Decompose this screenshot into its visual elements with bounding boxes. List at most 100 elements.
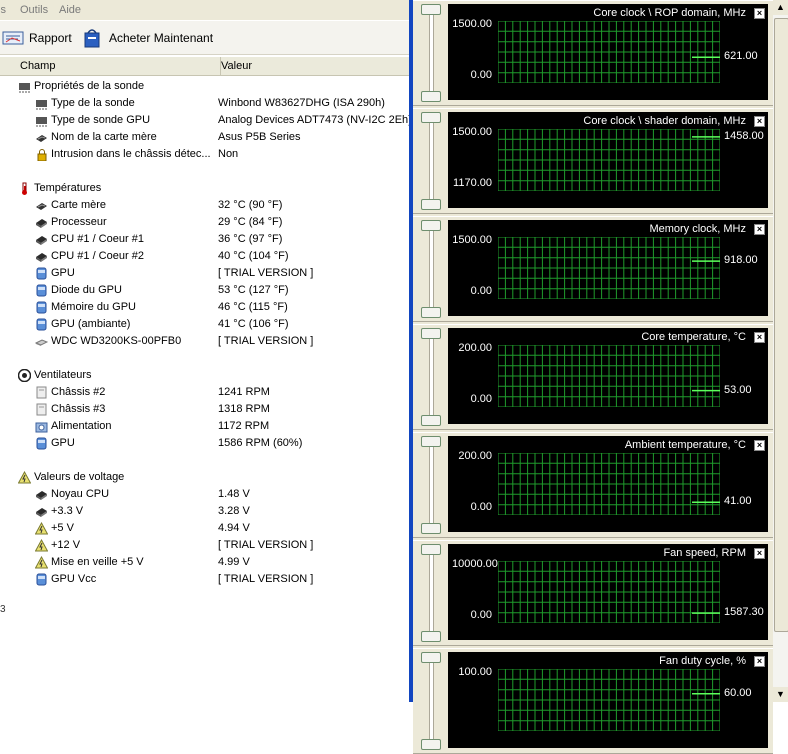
graph-range-slider[interactable]	[419, 111, 443, 211]
tree-row[interactable]: GPU (ambiante) 41 °C (106 °F)	[0, 316, 409, 333]
tree-field-label: Diode du GPU	[51, 284, 122, 296]
graph-range-slider[interactable]	[419, 327, 443, 427]
slider-thumb-top[interactable]	[421, 436, 441, 447]
tree-row[interactable]: Processeur 29 °C (84 °F)	[0, 214, 409, 231]
tree-value: 32 °C (90 °F)	[218, 199, 283, 211]
slider-thumb-bottom[interactable]	[421, 91, 441, 102]
buy-now-button[interactable]: Acheter Maintenant	[82, 26, 213, 50]
chip-icon	[36, 117, 47, 127]
tree-row[interactable]: +3.3 V 3.28 V	[0, 503, 409, 520]
tree-row[interactable]: +5 V 4.94 V	[0, 520, 409, 537]
graph-panel-item: Core clock \ shader domain, MHz × 1500.00 1…	[413, 108, 773, 214]
tree-field-label: Alimentation	[51, 420, 112, 432]
report-button[interactable]: Rapport	[2, 26, 72, 50]
close-icon[interactable]: ×	[754, 332, 765, 343]
slider-thumb-bottom[interactable]	[421, 199, 441, 210]
sensor-window: is Outils Aide Rapport Acheter Maintenan…	[0, 0, 409, 702]
tree-field-label: Châssis #2	[51, 386, 106, 398]
graph-ymin-label: 0.00	[470, 501, 492, 513]
close-icon[interactable]: ×	[754, 656, 765, 667]
tree-row[interactable]: Noyau CPU 1.48 V	[0, 486, 409, 503]
slider-thumb-top[interactable]	[421, 544, 441, 555]
menu-item-help[interactable]: Aide	[59, 4, 81, 16]
graph-scrollbar[interactable]: ▲ ▼	[773, 0, 788, 702]
tree-value: 1172 RPM	[218, 420, 270, 432]
tree-row[interactable]: GPU 1586 RPM (60%)	[0, 435, 409, 452]
slider-track	[429, 225, 434, 315]
tree-row[interactable]: +12 V [ TRIAL VERSION ]	[0, 537, 409, 554]
graph-range-slider[interactable]	[419, 3, 443, 103]
close-icon[interactable]: ×	[754, 116, 765, 127]
tree-value: 1241 RPM	[218, 386, 270, 398]
close-icon[interactable]: ×	[754, 8, 765, 19]
column-field-header[interactable]: Champ	[12, 57, 221, 75]
slider-thumb-bottom[interactable]	[421, 307, 441, 318]
menu-item-edit[interactable]: is	[0, 4, 6, 16]
tree-value: 1.48 V	[218, 488, 250, 500]
tree-group[interactable]: Ventilateurs	[0, 367, 409, 384]
tree-row[interactable]: CPU #1 / Coeur #2 40 °C (104 °F)	[0, 248, 409, 265]
scroll-down-icon[interactable]: ▼	[773, 687, 788, 702]
slider-thumb-top[interactable]	[421, 328, 441, 339]
tree-value: [ TRIAL VERSION ]	[218, 335, 314, 347]
tree-row[interactable]: CPU #1 / Coeur #1 36 °C (97 °F)	[0, 231, 409, 248]
motherboard-icon	[36, 135, 47, 142]
chassis-icon	[36, 386, 47, 399]
tree-row[interactable]: Mémoire du GPU 46 °C (115 °F)	[0, 299, 409, 316]
graph-ymax-label: 100.00	[458, 666, 492, 678]
tree-row[interactable]: Type de sonde GPU Analog Devices ADT7473 …	[0, 112, 409, 129]
harddisk-icon	[35, 339, 48, 346]
slider-thumb-top[interactable]	[421, 652, 441, 663]
graph-range-slider[interactable]	[419, 651, 443, 751]
slider-thumb-bottom[interactable]	[421, 523, 441, 534]
chip-icon	[19, 83, 30, 93]
tree-row[interactable]: Type de la sonde Winbond W83627DHG (ISA 2…	[0, 95, 409, 112]
graph-title: Fan duty cycle, %	[659, 655, 746, 667]
tree-group[interactable]: Propriétés de la sonde	[0, 78, 409, 95]
tree-row[interactable]: Nom de la carte mère Asus P5B Series	[0, 129, 409, 146]
tree-field-label: Type de la sonde	[51, 97, 135, 109]
slider-track	[429, 117, 434, 207]
tree-row[interactable]: Châssis #2 1241 RPM	[0, 384, 409, 401]
graph-ymax-label: 1500.00	[452, 18, 492, 30]
scroll-thumb[interactable]	[774, 18, 788, 632]
close-icon[interactable]: ×	[754, 548, 765, 559]
tree-field-label: Ventilateurs	[34, 369, 92, 381]
slider-thumb-top[interactable]	[421, 4, 441, 15]
tree-row[interactable]: Carte mère 32 °C (90 °F)	[0, 197, 409, 214]
close-icon[interactable]: ×	[754, 440, 765, 451]
tree-row[interactable]: WDC WD3200KS-00PFB0 [ TRIAL VERSION ]	[0, 333, 409, 350]
tree-row[interactable]: Alimentation 1172 RPM	[0, 418, 409, 435]
tree-row[interactable]: Mise en veille +5 V 4.99 V	[0, 554, 409, 571]
tree-row[interactable]: Intrusion dans le châssis détec... Non	[0, 146, 409, 163]
tree-group[interactable]: Températures	[0, 180, 409, 197]
slider-thumb-top[interactable]	[421, 112, 441, 123]
voltage-icon	[35, 522, 48, 535]
scroll-up-icon[interactable]: ▲	[773, 0, 788, 15]
slider-thumb-bottom[interactable]	[421, 415, 441, 426]
menu-item-tools[interactable]: Outils	[20, 4, 48, 16]
graph-ymax-label: 200.00	[458, 342, 492, 354]
column-value-header[interactable]: Valeur	[213, 57, 409, 75]
graph-panel-item: Fan speed, RPM × 10000.00 0.00 1587.30	[413, 540, 773, 646]
tree-row[interactable]: GPU [ TRIAL VERSION ]	[0, 265, 409, 282]
gpu-icon	[36, 284, 47, 297]
slider-thumb-bottom[interactable]	[421, 739, 441, 750]
tree-field-label: +5 V	[51, 522, 74, 534]
chip-icon	[36, 100, 47, 110]
tree-row[interactable]: Châssis #3 1318 RPM	[0, 401, 409, 418]
slider-thumb-bottom[interactable]	[421, 631, 441, 642]
tree-row[interactable]: GPU Vcc [ TRIAL VERSION ]	[0, 571, 409, 588]
graph-current-value: 41.00	[724, 495, 752, 508]
graph-range-slider[interactable]	[419, 543, 443, 643]
tree-group[interactable]: Valeurs de voltage	[0, 469, 409, 486]
graph-canvas: Fan duty cycle, % × 100.00 60.00	[448, 652, 768, 748]
tree-row[interactable]: Diode du GPU 53 °C (127 °F)	[0, 282, 409, 299]
graph-panel: Core clock \ ROP domain, MHz × 1500.00 0.00…	[413, 0, 773, 754]
tree-field-label: GPU (ambiante)	[51, 318, 131, 330]
close-icon[interactable]: ×	[754, 224, 765, 235]
graph-range-slider[interactable]	[419, 219, 443, 319]
lock-icon	[37, 149, 47, 161]
slider-thumb-top[interactable]	[421, 220, 441, 231]
graph-range-slider[interactable]	[419, 435, 443, 535]
